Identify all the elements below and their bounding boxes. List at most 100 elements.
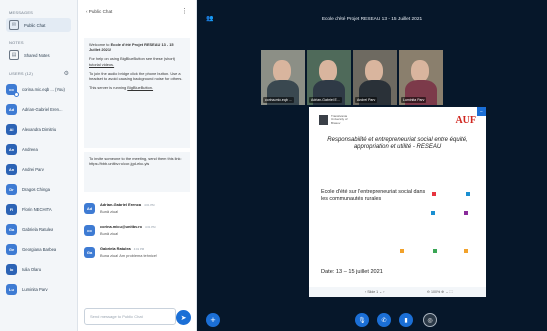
university-name: Transilvania University of Brasov <box>331 113 348 125</box>
send-button[interactable]: ➤ <box>176 310 191 325</box>
presentation-toolbar: ‹ Slide 1 ⌄ › ⊖ 100% ⊕ ↔ ⛶ <box>309 287 486 297</box>
user-name: corina.mic.eqb ... (You) <box>22 86 65 92</box>
decor-square <box>431 211 435 215</box>
plus-icon: + <box>210 315 216 325</box>
user-list-item[interactable]: Al Alexandra Dimitriu <box>0 121 77 137</box>
user-name: Georgiana Barbea <box>22 246 57 252</box>
avatar: Fl <box>6 203 17 215</box>
slide-heading: Responsabilité et entrepreneuriat social… <box>327 137 468 151</box>
message-time: 4:01 PM <box>144 203 155 207</box>
user-list: co corina.mic.eqb ... (You) Ad Adrian-Gabri… <box>0 81 77 297</box>
slide-date: Date: 13 – 15 juillet 2021 <box>321 269 383 275</box>
mute-button[interactable]: 🎙 <box>355 313 369 327</box>
avatar: Ad <box>84 203 95 214</box>
message-author: Gabriela Ratulea <box>100 246 131 251</box>
webcam-tile[interactable]: Adrian-Gabriel E... <box>307 50 351 105</box>
camera-icon: ▮ <box>404 317 408 324</box>
public-chat-item[interactable]: ✉ Public Chat <box>6 18 71 32</box>
webcam-person <box>319 60 337 82</box>
chat-input[interactable]: Send message to Public Chat <box>84 308 176 325</box>
avatar: An <box>6 163 17 175</box>
video-button[interactable]: ▮ <box>399 313 413 327</box>
chat-icon: ✉ <box>9 20 19 30</box>
webcam-strip: corina.mic.eqb ... Adrian-Gabriel E... And… <box>261 50 443 105</box>
public-chat-label: Public Chat <box>24 22 46 28</box>
gear-icon[interactable]: ⚙ <box>64 70 69 77</box>
hide-chat-button[interactable]: ‹ Public Chat <box>86 9 112 14</box>
user-list-item[interactable]: Ad Adrian-Gabriel Eren... <box>0 101 77 117</box>
presenter-badge <box>14 91 19 97</box>
microphone-icon: 🎙 <box>358 317 366 324</box>
chat-message: Ad Adrian-Gabriel Erenca 4:01 PM Bună ziua! <box>84 202 190 214</box>
meeting-title: Ecole d'été Projet RESEAU 13 - 15 Juille… <box>321 17 423 22</box>
shared-notes-label: Shared Notes <box>24 52 50 58</box>
user-name: Florin NECHITA <box>22 206 52 212</box>
university-logo: Transilvania University of Brasov <box>319 113 357 125</box>
decor-square <box>464 211 468 215</box>
welcome-message: Welcome to Ecole d'été Projet RESEAU 13 … <box>84 38 190 148</box>
share-screen-button[interactable]: ◎ <box>423 313 437 327</box>
user-list-item[interactable]: Ga Gabriela Ratulea <box>0 221 77 237</box>
avatar: Ge <box>6 243 17 255</box>
notes-section-title: NOTES <box>9 40 24 45</box>
webcam-tile[interactable]: corina.mic.eqb ... <box>261 50 305 105</box>
university-emblem <box>319 115 328 125</box>
users-sidebar: MESSAGES ✉ Public Chat NOTES ▤ Shared No… <box>0 0 78 331</box>
phone-icon: ✆ <box>381 317 387 324</box>
avatar: Io <box>6 263 17 275</box>
user-list-item[interactable]: Dr Dragos Chinga <box>0 181 77 197</box>
server-text: This server is running <box>89 85 127 91</box>
send-icon: ➤ <box>180 314 187 322</box>
user-list-item[interactable]: Fl Florin NECHITA <box>0 201 77 217</box>
user-name: Gabriela Ratulea <box>22 226 54 232</box>
avatar: An <box>6 143 17 155</box>
webcam-tile[interactable]: Luminita Parv <box>399 50 443 105</box>
avatar: Lu <box>6 283 17 295</box>
presentation: − Transilvania University of Brasov AUF … <box>309 107 486 297</box>
slide-pager[interactable]: ‹ Slide 1 ⌄ › <box>365 290 384 294</box>
user-name: Adrian-Gabriel Eren... <box>22 106 63 112</box>
leave-audio-button[interactable]: ✆ <box>377 313 391 327</box>
user-list-item[interactable]: co corina.mic.eqb ... (You) <box>0 81 77 97</box>
user-name: Andreea <box>22 146 38 152</box>
user-list-item[interactable]: An Andrei Parv <box>0 161 77 177</box>
minimize-presentation-button[interactable]: − <box>477 107 486 116</box>
action-bar: + 🎙 ✆ ▮ ◎ <box>197 309 547 331</box>
user-name: Iulia Olaru <box>22 266 42 272</box>
shared-notes-item[interactable]: ▤ Shared Notes <box>6 48 71 62</box>
chat-message: co corina.micu@unitbv.ro 4:01 PM Bună ziua! <box>84 224 190 236</box>
user-name: Andrei Parv <box>22 166 44 172</box>
notes-icon: ▤ <box>9 50 19 60</box>
message-time: 4:01 PM <box>144 225 156 229</box>
message-author: Adrian-Gabriel Erenca <box>100 202 142 207</box>
decor-square <box>432 192 436 196</box>
bbb-link[interactable]: BigBlueButton. <box>127 85 153 90</box>
avatar: Ad <box>6 103 17 115</box>
tutorial-link[interactable]: tutorial videos. <box>89 62 114 67</box>
webcam-label: corina.mic.eqb ... <box>263 97 294 103</box>
webcam-tile[interactable]: Andrei Parv <box>353 50 397 105</box>
avatar: Ga <box>84 247 95 258</box>
user-list-item[interactable]: Lu Luminita Parv <box>0 281 77 297</box>
avatar: co <box>6 83 19 97</box>
invite-message: To invite someone to the meeting, send t… <box>84 152 190 192</box>
webcam-person <box>411 60 429 82</box>
audio-text: To join the audio bridge click the phone… <box>89 70 183 82</box>
chat-options-icon[interactable]: ⋮ <box>181 7 188 15</box>
message-author: corina.micu@unitbv.ro <box>100 224 142 229</box>
webcam-label: Luminita Parv <box>401 97 427 103</box>
user-name: Dragos Chinga <box>22 186 50 192</box>
user-list-item[interactable]: An Andreea <box>0 141 77 157</box>
webcam-label: Andrei Parv <box>355 97 378 103</box>
zoom-controls[interactable]: ⊖ 100% ⊕ ↔ ⛶ <box>427 290 452 294</box>
decor-square <box>466 192 470 196</box>
user-list-item[interactable]: Ge Georgiana Barbea <box>0 241 77 257</box>
message-text: Buna ziua! Am problema tehnice! <box>100 253 158 258</box>
message-list: Ad Adrian-Gabriel Erenca 4:01 PM Bună ziua!… <box>78 202 196 258</box>
user-list-item[interactable]: Io Iulia Olaru <box>0 261 77 277</box>
screen-share-icon: ◎ <box>427 317 433 324</box>
avatar: Ga <box>6 223 17 235</box>
chat-message: Ga Gabriela Ratulea 4:01 PM Buna ziua! Am p… <box>84 246 190 258</box>
actions-button[interactable]: + <box>206 313 220 327</box>
decor-square <box>400 249 404 253</box>
